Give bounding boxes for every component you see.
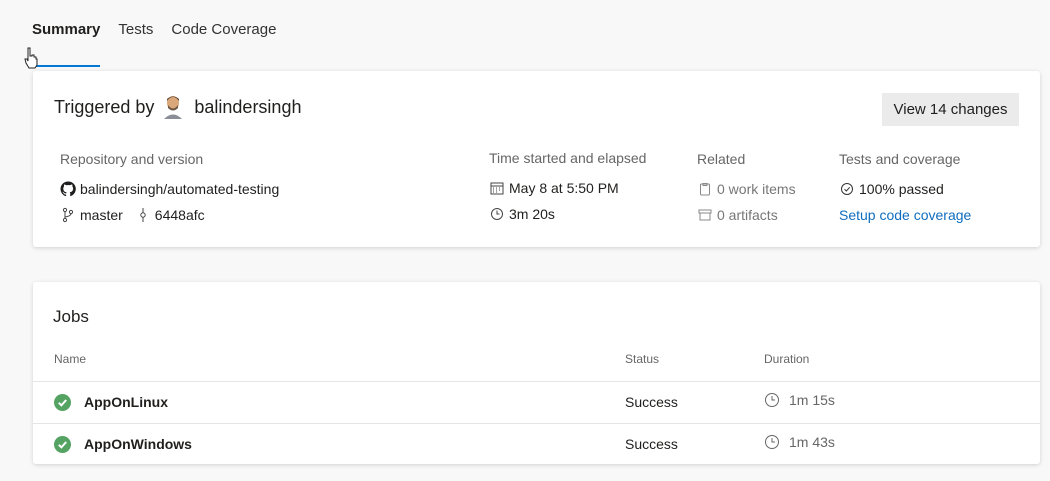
job-status: Success	[625, 394, 678, 410]
time-section: Time started and elapsed May 8 at 5:50 P…	[489, 150, 646, 227]
column-header-duration: Duration	[764, 352, 810, 366]
clock-icon	[489, 206, 505, 222]
work-item-icon	[697, 181, 713, 197]
job-status: Success	[625, 436, 678, 452]
job-duration: 1m 43s	[764, 434, 835, 450]
tab-bar: Summary Tests Code Coverage	[32, 18, 276, 67]
repository-link[interactable]: balindersingh/automated-testing	[80, 181, 279, 197]
success-icon	[54, 394, 71, 411]
commit-id[interactable]: 6448afc	[155, 207, 205, 223]
column-header-name: Name	[54, 352, 87, 366]
jobs-title: Jobs	[53, 307, 89, 326]
tests-header: Tests and coverage	[839, 151, 961, 167]
repository-header: Repository and version	[60, 151, 204, 167]
tab-summary[interactable]: Summary	[32, 18, 101, 67]
job-name[interactable]: AppOnLinux	[84, 394, 168, 410]
github-icon	[60, 181, 76, 197]
job-name[interactable]: AppOnWindows	[84, 436, 192, 452]
table-row[interactable]: AppOnLinux Success 1m 15s	[33, 381, 1040, 423]
commit-icon	[135, 207, 151, 223]
column-header-status: Status	[625, 352, 660, 366]
view-changes-button[interactable]: View 14 changes	[882, 93, 1019, 126]
table-row[interactable]: AppOnWindows Success 1m 43s	[33, 423, 1040, 465]
run-summary-card: Triggered by balindersingh View 14 chang…	[33, 71, 1040, 247]
avatar[interactable]	[162, 95, 184, 119]
job-duration: 1m 15s	[764, 392, 835, 408]
job-duration-value: 1m 43s	[789, 434, 835, 450]
job-duration-value: 1m 15s	[789, 392, 835, 408]
clock-icon	[764, 392, 780, 408]
artifacts-link[interactable]: 0 artifacts	[717, 207, 778, 223]
artifact-icon	[697, 207, 713, 223]
hand-cursor-icon	[24, 47, 38, 73]
jobs-card: Jobs Name Status Duration AppOnLinux Suc…	[33, 282, 1040, 464]
tab-tests[interactable]: Tests	[118, 18, 153, 54]
calendar-icon	[489, 180, 505, 196]
related-section: Related 0 work items 0 artifacts	[697, 151, 796, 228]
repository-section: Repository and version balindersingh/aut…	[60, 151, 279, 228]
related-header: Related	[697, 151, 746, 167]
work-items-link[interactable]: 0 work items	[717, 181, 796, 197]
time-header: Time started and elapsed	[489, 150, 647, 166]
branch-icon	[60, 207, 76, 223]
time-elapsed: 3m 20s	[509, 206, 555, 222]
triggered-by-label: Triggered by	[54, 96, 155, 117]
triggered-by-user[interactable]: balindersingh	[194, 97, 301, 118]
success-icon	[54, 436, 71, 453]
clock-icon	[764, 434, 780, 450]
tests-section: Tests and coverage 100% passed Setup cod…	[839, 151, 971, 228]
tests-passed[interactable]: 100% passed	[859, 181, 944, 197]
check-circle-icon	[839, 181, 855, 197]
time-started: May 8 at 5:50 PM	[509, 180, 619, 196]
setup-coverage-link[interactable]: Setup code coverage	[839, 207, 971, 223]
tab-code-coverage[interactable]: Code Coverage	[171, 18, 276, 54]
triggered-by: Triggered by balindersingh	[54, 95, 301, 119]
branch-name[interactable]: master	[80, 207, 123, 223]
